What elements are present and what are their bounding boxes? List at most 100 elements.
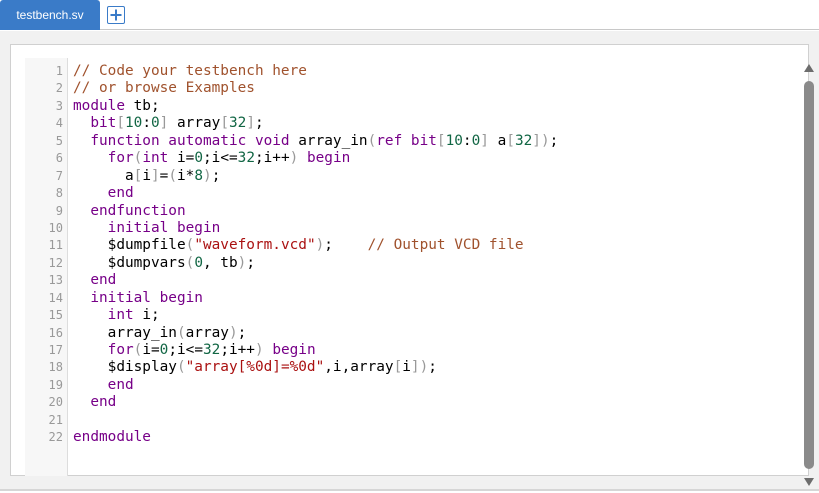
- code-token: begin: [272, 342, 316, 358]
- line-number: 17: [48, 343, 63, 357]
- code-text: function automatic void array_in(ref bit…: [73, 133, 558, 150]
- code-token: ;: [246, 254, 255, 271]
- code-token: "array[%0d]=%0d": [185, 359, 325, 376]
- code-editor[interactable]: 1 // Code your testbench here 2 // or brows…: [10, 44, 814, 486]
- code-text: end: [73, 394, 116, 411]
- code-token: ;: [255, 115, 264, 132]
- line-number: 7: [55, 168, 63, 183]
- code-token: ): [254, 342, 264, 358]
- code-token: end: [90, 394, 117, 411]
- code-text: int i;: [73, 307, 160, 324]
- code-token: endfunction: [90, 202, 186, 219]
- line-number: 5: [55, 133, 63, 148]
- code-text: // or browse Examples: [73, 80, 255, 97]
- line-number: 21: [48, 412, 63, 427]
- code-token: begin: [306, 150, 351, 167]
- line-number: 14: [48, 290, 63, 305]
- tab-label: testbench.sv: [16, 8, 84, 22]
- code-text: module tb;: [73, 98, 160, 115]
- code-token: a: [73, 167, 134, 184]
- code-token: // or browse Examples: [73, 80, 255, 97]
- code-token: ): [237, 254, 247, 271]
- code-token: ): [228, 324, 238, 341]
- code-text: array_in(array);: [73, 324, 247, 342]
- code-token: int: [142, 150, 169, 167]
- code-token: array_in: [73, 324, 177, 341]
- vertical-scrollbar[interactable]: [802, 59, 816, 489]
- code-text: bit[10:0] array[32];: [73, 115, 264, 132]
- code-token: i: [142, 167, 151, 184]
- code-token: ]: [151, 167, 160, 184]
- code-token: (: [176, 324, 186, 341]
- code-token: :: [142, 115, 151, 132]
- code-token: // Code your testbench here: [73, 63, 307, 79]
- code-token: bit: [90, 115, 117, 132]
- code-token: ;: [324, 237, 368, 254]
- code-token: ;: [428, 359, 437, 376]
- code-token: [: [436, 132, 446, 149]
- code-token: function automatic void: [90, 132, 290, 149]
- code-token: 32: [202, 342, 221, 358]
- code-token: ;i<=: [168, 342, 203, 358]
- plus-icon: [108, 7, 124, 23]
- code-text: endmodule: [73, 429, 151, 446]
- scroll-down-arrow-icon[interactable]: [802, 475, 816, 487]
- code-token: tb;: [124, 97, 160, 114]
- code-token: ]: [532, 132, 541, 149]
- code-token: 32: [237, 150, 255, 167]
- line-number: 22: [48, 430, 63, 445]
- code-token: ): [203, 167, 212, 184]
- code-token: 0: [151, 115, 160, 132]
- code-token: 0: [194, 150, 203, 167]
- line-number: 3: [55, 98, 63, 113]
- code-token: , tb: [202, 254, 238, 271]
- code-token: ;: [211, 167, 221, 184]
- code-token: end: [90, 272, 117, 289]
- code-token: (: [367, 132, 377, 149]
- code-text: end: [73, 272, 116, 289]
- code-token: a: [488, 132, 507, 149]
- code-text: $dumpfile("waveform.vcd"); // Output VCD…: [73, 237, 524, 254]
- line-number: 15: [48, 308, 63, 323]
- line-number: 8: [55, 186, 63, 201]
- line-number: 10: [48, 220, 63, 235]
- line-number: 1: [55, 64, 63, 78]
- line-number: 13: [48, 273, 63, 288]
- code-token: ]: [480, 132, 489, 149]
- code-token: ): [289, 150, 299, 167]
- code-token: i=: [142, 342, 160, 358]
- code-token: (: [168, 167, 178, 184]
- code-token: for: [107, 342, 134, 358]
- code-token: array: [168, 115, 221, 132]
- line-number: 11: [48, 238, 63, 253]
- editor-area: 1 // Code your testbench here 2 // or brows…: [0, 31, 819, 489]
- code-token: ]: [246, 115, 255, 132]
- code-token: end: [107, 185, 134, 202]
- code-token: ): [419, 359, 429, 376]
- scrollbar-thumb[interactable]: [804, 81, 814, 469]
- code-token: ;i++: [254, 150, 290, 167]
- line-number: 2: [55, 81, 63, 96]
- code-token: ,i,array: [324, 359, 394, 376]
- code-text: // Code your testbench here: [73, 63, 307, 80]
- code-token: int: [107, 307, 134, 324]
- code-text: initial begin: [73, 290, 203, 307]
- code-text: $display("array[%0d]=%0d",i,array[i]);: [73, 359, 437, 376]
- line-number: 4: [55, 116, 63, 131]
- code-token: i;: [133, 307, 160, 324]
- code-token: "waveform.vcd": [194, 237, 316, 254]
- add-tab-button[interactable]: [107, 6, 125, 24]
- code-token: 32: [229, 115, 247, 132]
- line-number: 6: [55, 151, 63, 166]
- code-token: (: [176, 359, 186, 376]
- code-token: for: [107, 150, 134, 167]
- code-token: ref bit: [376, 132, 437, 149]
- tab-testbench[interactable]: testbench.sv: [0, 0, 100, 30]
- scroll-up-arrow-icon[interactable]: [802, 61, 816, 73]
- code-token: 10: [125, 115, 143, 132]
